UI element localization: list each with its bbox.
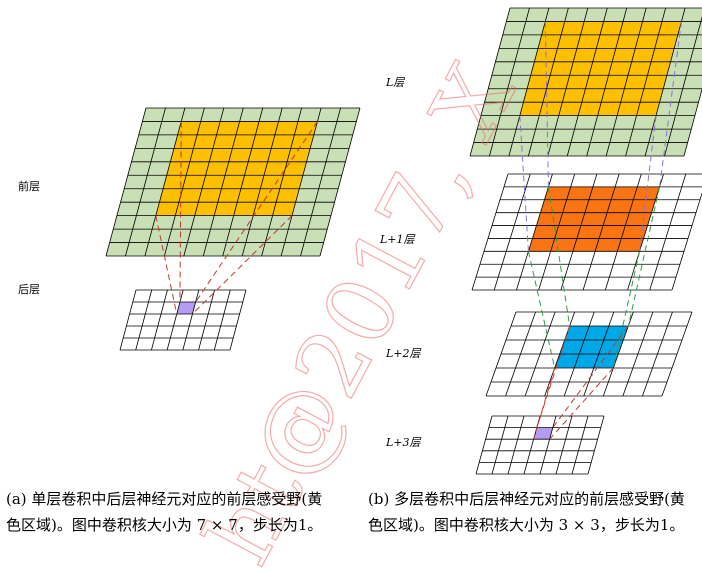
b-L3-background [476,416,604,474]
b-L1-region-0 [528,186,660,252]
grid-a-previous-layer [105,107,361,257]
grid-b-layer-L2 [485,311,693,397]
caption-a: (a) 单层卷积中后层神经元对应的前层感受野(黄色区域)。图中卷积核大小为 7 … [6,490,323,534]
grid-b-layer-L3 [475,415,605,475]
a-next-background [120,290,246,350]
caption-b: (b) 多层卷积中后层神经元对应的前层感受野(黄色区域)。图中卷积核大小为 3 … [368,490,685,534]
a-prev-region-0 [155,121,318,216]
label-a-next-layer: 后层 [18,283,40,296]
label-a-previous-layer: 前层 [18,179,40,193]
label-b-layer-L3: L+3层 [385,436,422,449]
b-L-region-0 [519,21,682,116]
grid-b-layer-L1 [471,173,702,291]
figure-canvas: 前层 后层 L层 L+1层 L+2层 L+3层 ht@2017, X (a) 单… [0,0,702,574]
grid-a-next-layer [119,289,247,351]
label-b-layer-L: L层 [385,76,405,89]
